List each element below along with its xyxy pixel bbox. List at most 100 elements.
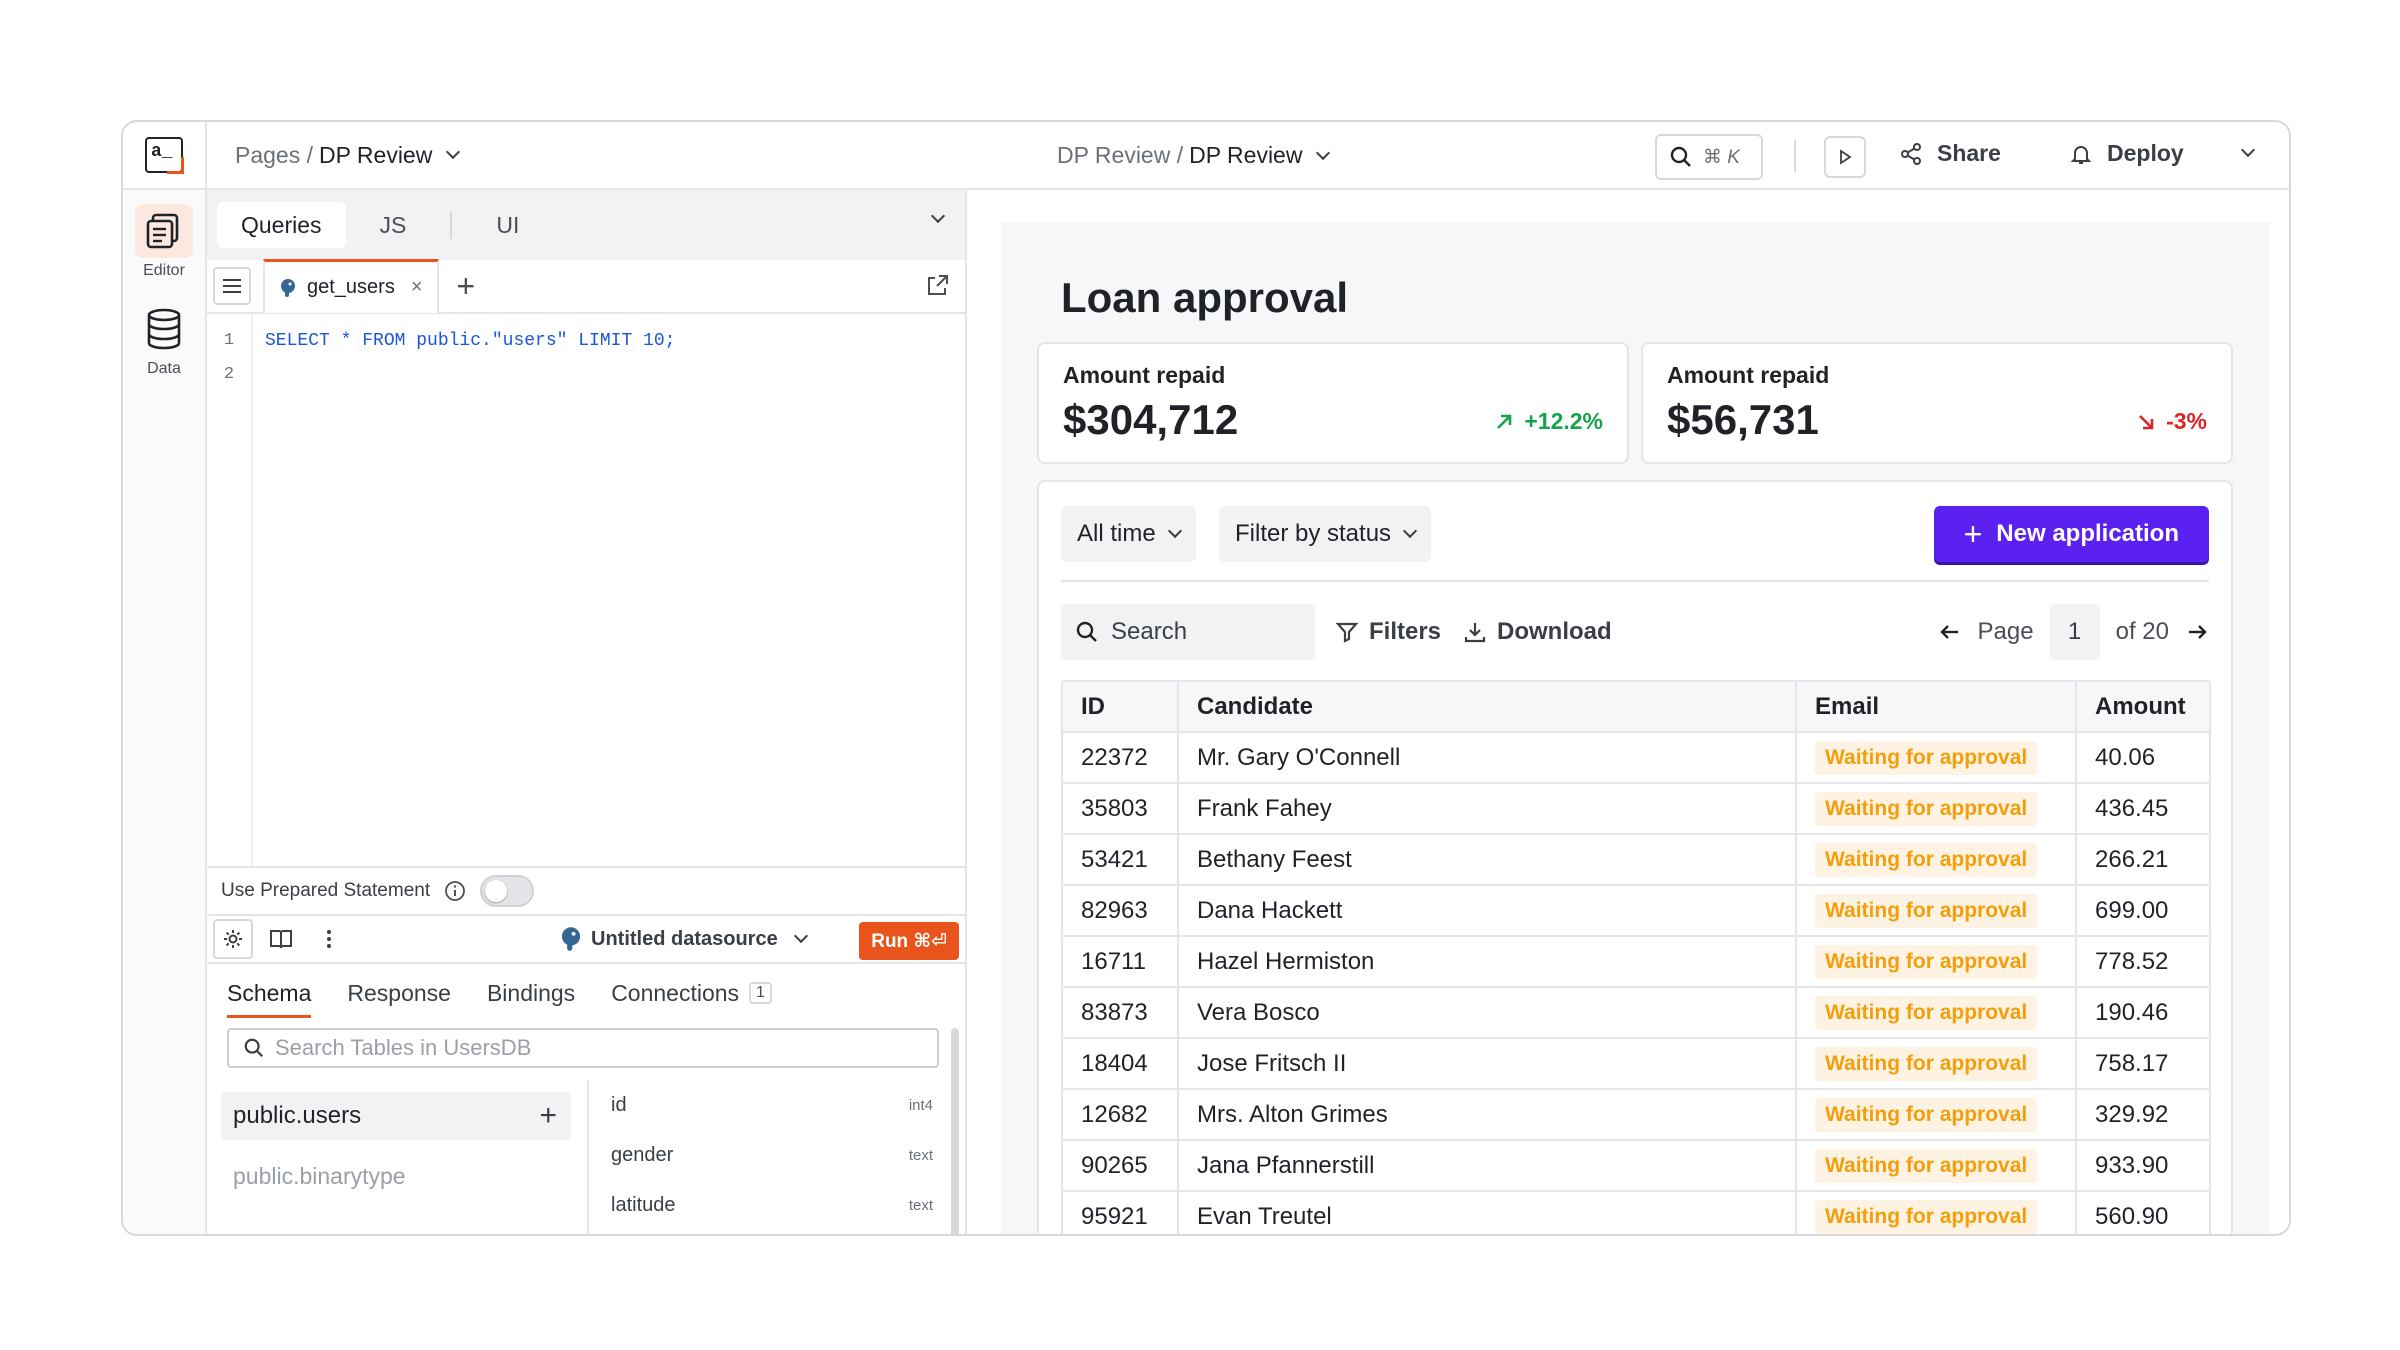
more-button[interactable]	[309, 919, 349, 959]
chevron-down-icon	[1167, 523, 1182, 539]
table-row[interactable]: 83873 Vera Bosco Waiting for approval 190.4…	[1063, 988, 2209, 1039]
scrollbar[interactable]	[951, 1028, 959, 1234]
line-number: 2	[223, 365, 235, 384]
run-button[interactable]: Run ⌘⏎	[859, 922, 959, 960]
breadcrumb-app[interactable]: DP Review /	[1057, 142, 1183, 169]
deploy-label: Deploy	[2107, 140, 2184, 166]
download-button[interactable]: Download	[1463, 618, 1612, 646]
tab-bindings[interactable]: Bindings	[487, 966, 575, 1020]
arrow-left-icon[interactable]	[1938, 620, 1962, 644]
chevron-down-icon[interactable]	[1316, 145, 1331, 160]
column-header-email[interactable]: Email	[1797, 682, 2077, 731]
filters-button[interactable]: Filters	[1335, 618, 1441, 646]
tab-queries[interactable]: Queries	[217, 202, 346, 248]
column-header-id[interactable]: ID	[1063, 682, 1179, 731]
arrow-right-icon[interactable]	[2185, 620, 2209, 644]
column-header-candidate[interactable]: Candidate	[1179, 682, 1797, 731]
tab-ui[interactable]: UI	[472, 202, 543, 248]
logo-cell[interactable]: a_	[123, 122, 207, 189]
cell-id: 35803	[1063, 784, 1179, 833]
editor-mode-tabs: Queries JS UI	[207, 190, 965, 260]
prepared-statement-toggle[interactable]	[480, 875, 535, 907]
table-row[interactable]: 16711 Hazel Hermiston Waiting for approval…	[1063, 937, 2209, 988]
cell-candidate: Vera Bosco	[1179, 988, 1797, 1037]
postgres-icon	[561, 927, 581, 951]
prepared-statement-row: Use Prepared Statement	[207, 866, 965, 914]
table-row[interactable]: 12682 Mrs. Alton Grimes Waiting for approv…	[1063, 1090, 2209, 1141]
cell-candidate: Dana Hackett	[1179, 886, 1797, 935]
column-header-amount[interactable]: Amount	[2077, 682, 2209, 731]
table-row[interactable]: 22372 Mr. Gary O'Connell Waiting for appro…	[1063, 733, 2209, 784]
cell-id: 83873	[1063, 988, 1179, 1037]
popout-button[interactable]	[925, 272, 951, 303]
share-button[interactable]: Share	[1899, 140, 2001, 167]
stat-card: Amount repaid $304,712 +12.2%	[1037, 342, 1629, 464]
table-item[interactable]: public.binarytype	[221, 1152, 571, 1200]
chevron-down-icon[interactable]	[2240, 142, 2256, 158]
table-row[interactable]: 35803 Frank Fahey Waiting for approval 436.…	[1063, 784, 2209, 835]
status-badge: Waiting for approval	[1815, 740, 2038, 775]
datasource-select[interactable]: Untitled datasource	[559, 926, 808, 952]
prepared-statement-label: Use Prepared Statement	[221, 880, 431, 901]
table-row[interactable]: 95921 Evan Treutel Waiting for approval 560…	[1063, 1192, 2209, 1234]
table-name: public.binarytype	[233, 1162, 406, 1189]
status-filter-select[interactable]: Filter by status	[1219, 506, 1432, 562]
table-row[interactable]: 18404 Jose Fritsch II Waiting for approval…	[1063, 1039, 2209, 1090]
cell-id: 16711	[1063, 937, 1179, 986]
breadcrumb-pages[interactable]: Pages /	[235, 142, 313, 169]
table-row[interactable]: 82963 Dana Hackett Waiting for approval 699…	[1063, 886, 2209, 937]
page-number-input[interactable]: 1	[2049, 604, 2100, 660]
app-breadcrumb[interactable]: DP Review / DP Review	[1057, 142, 1331, 169]
status-badge: Waiting for approval	[1815, 1148, 2038, 1183]
time-filter-select[interactable]: All time	[1061, 506, 1196, 562]
status-badge: Waiting for approval	[1815, 791, 2038, 826]
status-badge: Waiting for approval	[1815, 1046, 2038, 1081]
settings-button[interactable]	[213, 919, 253, 959]
cell-status: Waiting for approval	[1797, 937, 2077, 986]
app-logo[interactable]: a_	[145, 137, 184, 174]
cell-amount: 329.92	[2095, 1100, 2169, 1128]
breadcrumb-app-page[interactable]: DP Review	[1189, 142, 1302, 169]
add-icon[interactable]: +	[539, 1099, 557, 1133]
preview-button[interactable]	[1824, 136, 1866, 178]
schema-search-field[interactable]: Search Tables in UsersDB	[227, 1028, 939, 1068]
query-tab-get-users[interactable]: get_users ×	[263, 259, 439, 313]
add-query-button[interactable]: +	[457, 270, 476, 302]
new-application-button[interactable]: + New application	[1933, 506, 2209, 562]
table-row[interactable]: 90265 Jana Pfannerstill Waiting for approv…	[1063, 1141, 2209, 1192]
code-editor[interactable]: 1 2 SELECT * FROM public."users" LIMIT 1…	[207, 314, 965, 866]
stat-change: -3%	[2136, 408, 2207, 435]
column-row: id int4	[589, 1080, 947, 1130]
query-action-bar: Untitled datasource Run ⌘⏎	[207, 914, 965, 964]
tab-response[interactable]: Response	[347, 966, 451, 1020]
divider	[1794, 140, 1796, 172]
table-row[interactable]: 53421 Bethany Feest Waiting for approval 26…	[1063, 835, 2209, 886]
tab-js[interactable]: JS	[356, 202, 431, 248]
breadcrumb-current-page[interactable]: DP Review	[319, 142, 432, 169]
query-tab-label: get_users	[307, 276, 395, 298]
column-row: latitude text	[589, 1180, 947, 1230]
table-item[interactable]: public.users +	[221, 1092, 571, 1140]
deploy-menu-button[interactable]	[2233, 142, 2256, 160]
info-icon[interactable]	[444, 880, 466, 902]
tab-connections[interactable]: Connections 1	[611, 966, 772, 1020]
tab-schema[interactable]: Schema	[227, 966, 312, 1020]
deploy-button[interactable]: Deploy	[2069, 140, 2184, 167]
rail-item-editor[interactable]: Editor	[135, 204, 193, 280]
command-search-button[interactable]: ⌘ K	[1655, 134, 1763, 180]
postgres-icon	[281, 278, 295, 297]
list-toggle-button[interactable]	[213, 267, 251, 305]
close-icon[interactable]: ×	[411, 276, 423, 299]
docs-button[interactable]	[261, 919, 301, 959]
rail-item-data[interactable]: Data	[135, 302, 193, 378]
table-name: public.users	[233, 1102, 362, 1129]
datasource-name: Untitled datasource	[591, 927, 778, 950]
table-search-input[interactable]: Search	[1061, 604, 1315, 660]
arrow-down-right-icon	[2139, 414, 2154, 429]
column-name: latitude	[611, 1193, 676, 1216]
collapse-results-button[interactable]	[923, 208, 946, 226]
page-breadcrumb[interactable]: Pages / DP Review	[235, 142, 461, 169]
sql-code[interactable]: SELECT * FROM public."users" LIMIT 10;	[265, 324, 675, 358]
cell-amount: 190.46	[2095, 998, 2169, 1026]
chevron-down-icon[interactable]	[446, 144, 461, 160]
